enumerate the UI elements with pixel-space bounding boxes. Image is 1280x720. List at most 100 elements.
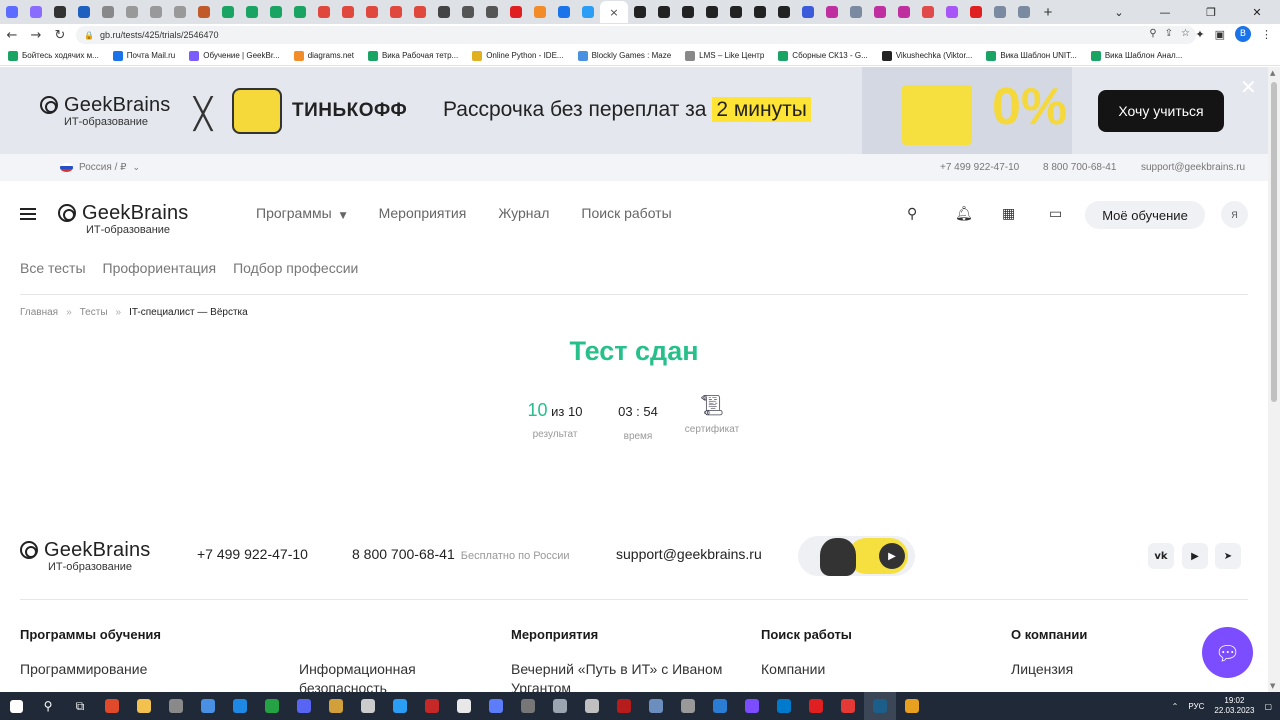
footer-link-companies[interactable]: Компании <box>761 660 825 679</box>
taskbar-app-icon[interactable] <box>768 692 800 720</box>
subnav-profession-match[interactable]: Подбор профессии <box>233 260 358 276</box>
taskbar-app-icon[interactable] <box>256 692 288 720</box>
bookmark-item[interactable]: Online Python - IDE... <box>472 50 564 61</box>
certificate-stat[interactable]: 📜︎ сертификат <box>680 393 744 435</box>
maximize-button[interactable]: ❐ <box>1188 0 1234 24</box>
chat-icon[interactable]: ▭ <box>1049 206 1062 222</box>
browser-tab[interactable] <box>96 1 120 23</box>
footer-phone-1[interactable]: +7 499 922-47-10 <box>197 546 308 562</box>
taskbar-app-icon[interactable] <box>832 692 864 720</box>
nav-events[interactable]: Мероприятия <box>379 205 467 221</box>
browser-tab[interactable] <box>892 1 916 23</box>
taskbar-app-icon[interactable] <box>512 692 544 720</box>
taskbar-app-icon[interactable] <box>192 692 224 720</box>
browser-tab[interactable] <box>120 1 144 23</box>
menu-hamburger-icon[interactable] <box>20 208 36 220</box>
close-tab-icon[interactable]: × <box>609 6 618 19</box>
notifications-icon[interactable]: ▢ <box>1264 702 1272 711</box>
bookmark-item[interactable]: Вика Шаблон Анал... <box>1090 50 1182 61</box>
browser-tab[interactable] <box>480 1 504 23</box>
browser-tab[interactable] <box>360 1 384 23</box>
search-icon[interactable]: ⚲ <box>907 206 917 222</box>
browser-tab[interactable] <box>700 1 724 23</box>
taskbar-app-icon[interactable] <box>800 692 832 720</box>
start-windows-icon[interactable] <box>0 692 32 720</box>
browser-tab[interactable] <box>528 1 552 23</box>
header-logo[interactable]: GeekBrains ИТ-образование <box>58 202 189 236</box>
bookmark-item[interactable]: LMS – Like Центр <box>685 50 764 61</box>
taskbar-app-icon[interactable] <box>320 692 352 720</box>
browser-tab[interactable] <box>940 1 964 23</box>
taskbar-app-icon[interactable] <box>288 692 320 720</box>
browser-tab[interactable] <box>772 1 796 23</box>
utility-phone-2[interactable]: 8 800 700-68-41 <box>1043 162 1116 173</box>
browser-tab[interactable] <box>988 1 1012 23</box>
browser-tab[interactable] <box>820 1 844 23</box>
browser-tab[interactable] <box>168 1 192 23</box>
browser-tab[interactable] <box>264 1 288 23</box>
taskbar-app-icon[interactable] <box>128 692 160 720</box>
utility-phone-1[interactable]: +7 499 922-47-10 <box>940 162 1019 173</box>
nav-jobs[interactable]: Поиск работы <box>581 205 671 221</box>
side-panel-icon[interactable]: ▣ <box>1215 28 1225 41</box>
back-arrow-icon[interactable]: ← <box>0 28 24 43</box>
browser-tab[interactable] <box>144 1 168 23</box>
taskbar-app-icon[interactable] <box>384 692 416 720</box>
bookmark-item[interactable]: Обучение | GeekBr... <box>189 50 280 61</box>
bookmark-star-icon[interactable]: ☆ <box>1181 28 1190 39</box>
menu-kebab-icon[interactable]: ⋮ <box>1261 28 1272 41</box>
browser-tab[interactable] <box>24 1 48 23</box>
taskbar-app-icon[interactable] <box>576 692 608 720</box>
url-field[interactable]: 🔒 gb.ru/tests/425/trials/2546470 ⚲ ⇪ ☆ <box>76 26 1196 44</box>
youtube-icon[interactable]: ▶ <box>1182 543 1208 569</box>
subnav-career-guidance[interactable]: Профориентация <box>103 260 217 276</box>
footer-logo[interactable]: GeekBrains ИТ-образование <box>20 539 151 573</box>
browser-tab[interactable] <box>288 1 312 23</box>
taskbar-app-icon[interactable] <box>704 692 736 720</box>
taskbar-search-icon[interactable]: ⚲ <box>32 699 64 713</box>
tray-chevron-up-icon[interactable]: ⌃ <box>1172 702 1179 711</box>
browser-tab[interactable] <box>796 1 820 23</box>
bookmark-item[interactable]: diagrams.net <box>293 50 354 61</box>
bookmark-item[interactable]: Почта Mail.ru <box>112 50 175 61</box>
browser-tab[interactable] <box>72 1 96 23</box>
taskbar-app-icon[interactable] <box>544 692 576 720</box>
taskbar-app-icon[interactable] <box>896 692 928 720</box>
bookmark-item[interactable]: Вика Шаблон UNIT... <box>986 50 1077 61</box>
clock[interactable]: 19:02 22.03.2023 <box>1214 696 1254 716</box>
footer-link-license[interactable]: Лицензия <box>1011 660 1073 679</box>
subnav-all-tests[interactable]: Все тесты <box>20 260 86 276</box>
browser-tab[interactable] <box>552 1 576 23</box>
reload-icon[interactable]: ↻ <box>48 28 72 43</box>
footer-email[interactable]: support@geekbrains.ru <box>616 546 762 562</box>
browser-tab[interactable] <box>504 1 528 23</box>
bookmark-item[interactable]: Сборные СК13 - G... <box>778 50 868 61</box>
minimize-button[interactable]: — <box>1142 0 1188 24</box>
region-selector[interactable]: Россия / ₽ ⌄ <box>60 162 140 173</box>
nav-journal[interactable]: Журнал <box>498 205 549 221</box>
taskbar-app-icon[interactable] <box>640 692 672 720</box>
close-window-button[interactable]: ✕ <box>1234 0 1280 24</box>
taskbar-app-icon[interactable] <box>608 692 640 720</box>
browser-tab[interactable] <box>432 1 456 23</box>
taskbar-app-icon[interactable] <box>160 692 192 720</box>
vk-icon[interactable]: vk <box>1148 543 1174 569</box>
certificate-icon[interactable]: 📜︎ <box>680 393 744 417</box>
browser-tab[interactable] <box>48 1 72 23</box>
taskbar-app-icon[interactable] <box>864 692 896 720</box>
browser-tab[interactable] <box>652 1 676 23</box>
close-icon[interactable]: ✕ <box>1240 75 1257 99</box>
browser-tab[interactable] <box>868 1 892 23</box>
bookmark-item[interactable]: Vikushechka (Viktor... <box>881 50 972 61</box>
browser-tab[interactable] <box>216 1 240 23</box>
browser-tab[interactable] <box>456 1 480 23</box>
taskbar-app-icon[interactable] <box>672 692 704 720</box>
breadcrumb-home[interactable]: Главная <box>20 307 58 318</box>
browser-tab[interactable] <box>384 1 408 23</box>
browser-tab[interactable] <box>1012 1 1036 23</box>
bookmark-item[interactable]: Бойтесь ходячих м... <box>8 50 99 61</box>
browser-tab[interactable] <box>916 1 940 23</box>
play-icon[interactable]: ▶ <box>879 543 905 569</box>
forward-arrow-icon[interactable]: → <box>24 28 48 43</box>
breadcrumb-tests[interactable]: Тесты <box>80 307 108 318</box>
